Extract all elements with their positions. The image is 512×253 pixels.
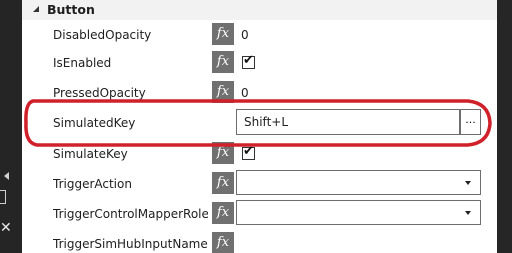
property-row-trigger-simhub-input-name: TriggerSimHubInputName fx — [22, 229, 497, 253]
panel-handle[interactable] — [0, 190, 6, 204]
property-row-disabled-opacity: DisabledOpacity fx 0 — [22, 20, 497, 50]
fx-binding-button[interactable]: fx — [212, 81, 234, 103]
simulate-key-checkbox[interactable]: ✔ — [242, 144, 255, 160]
right-panel-edge — [497, 0, 512, 253]
fx-binding-button[interactable]: fx — [212, 202, 234, 224]
section-header-button[interactable]: Button — [22, 0, 497, 20]
expander-icon[interactable] — [33, 6, 39, 12]
fx-binding-button[interactable]: fx — [212, 232, 234, 253]
property-label: SimulateKey — [53, 147, 128, 161]
fx-binding-button[interactable]: fx — [212, 51, 234, 73]
property-label: TriggerAction — [53, 177, 132, 191]
property-value[interactable]: 0 — [241, 85, 249, 101]
property-label: SimulatedKey — [53, 116, 136, 130]
properties-panel: Button DisabledOpacity fx 0 IsEnabled fx… — [22, 0, 497, 253]
property-row-pressed-opacity: PressedOpacity fx 0 — [22, 78, 497, 108]
collapse-left-icon[interactable] — [4, 172, 9, 180]
property-row-trigger-control-mapper-role: TriggerControlMapperRole.. fx — [22, 199, 497, 229]
property-row-trigger-action: TriggerAction fx — [22, 169, 497, 199]
close-icon[interactable]: ✕ — [0, 221, 12, 235]
simulated-key-value: Shift+L — [244, 115, 289, 129]
property-row-simulate-key: SimulateKey fx ✔ — [22, 139, 497, 169]
trigger-action-dropdown[interactable] — [236, 170, 481, 195]
checkmark-icon: ✔ — [243, 53, 254, 68]
property-row-is-enabled: IsEnabled fx ✔ — [22, 48, 497, 78]
fx-binding-button[interactable]: fx — [212, 142, 234, 164]
property-label: DisabledOpacity — [53, 28, 152, 42]
fx-binding-button[interactable]: fx — [212, 172, 234, 194]
property-row-simulated-key: SimulatedKey Shift+L ... — [22, 108, 497, 138]
property-label: TriggerControlMapperRole.. — [53, 207, 208, 221]
property-label: IsEnabled — [53, 56, 112, 70]
fx-binding-button[interactable]: fx — [212, 23, 234, 45]
chevron-down-icon — [465, 181, 471, 185]
left-panel-edge: ✕ — [0, 0, 22, 253]
is-enabled-checkbox[interactable]: ✔ — [242, 53, 255, 69]
chevron-down-icon — [465, 211, 471, 215]
simulated-key-input[interactable]: Shift+L — [236, 109, 460, 135]
browse-button[interactable]: ... — [460, 109, 481, 135]
property-label: TriggerSimHubInputName — [53, 237, 208, 251]
section-title: Button — [47, 2, 95, 17]
property-label: PressedOpacity — [53, 86, 146, 100]
trigger-control-mapper-role-dropdown[interactable] — [236, 200, 481, 225]
checkmark-icon: ✔ — [243, 144, 254, 159]
property-value[interactable]: 0 — [241, 27, 249, 43]
